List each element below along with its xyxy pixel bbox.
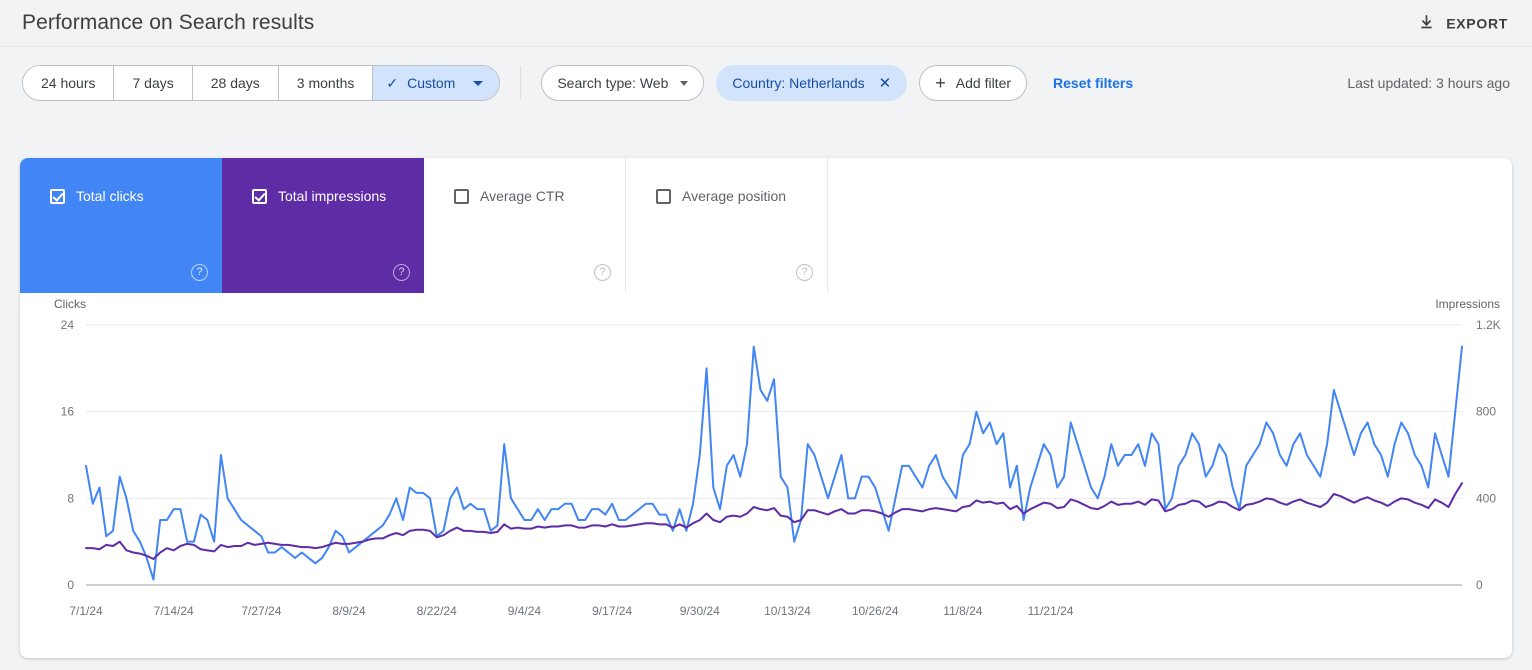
metric-card-total-impressions[interactable]: Total impressions ? [222, 158, 424, 293]
chart-canvas: 0 8 16 24 0 400 800 1.2K 7/1/24 7/14/24 7/27/24 8/9… [61, 318, 1501, 618]
date-range-3-months-label: 3 months [296, 75, 355, 91]
metric-label-average-position: Average position [682, 188, 787, 204]
metric-cards: Total clicks ? Total impressions ? Avera… [20, 158, 828, 293]
help-icon[interactable]: ? [393, 264, 410, 281]
date-range-7-days-label: 7 days [132, 75, 174, 91]
page-title: Performance on Search results [22, 11, 315, 34]
x-axis-tick: 7/1/24 [69, 604, 103, 618]
y-axis-left-tick: 8 [67, 491, 74, 505]
export-label: EXPORT [1446, 15, 1508, 31]
y-axis-right-tick: 800 [1476, 405, 1496, 419]
date-range-28-days[interactable]: 28 days [192, 66, 279, 100]
x-axis-tick: 8/22/24 [417, 604, 457, 618]
x-axis-tick: 10/26/24 [852, 604, 899, 618]
close-icon[interactable]: ✕ [879, 76, 892, 91]
filter-country-label: Country: Netherlands [732, 75, 865, 91]
date-range-24-hours-label: 24 hours [41, 75, 96, 91]
plus-icon: + [935, 73, 946, 93]
checkbox-total-impressions[interactable] [252, 188, 267, 204]
add-filter-button[interactable]: + Add filter [919, 65, 1028, 101]
x-axis-tick: 9/4/24 [508, 604, 542, 618]
filter-toolbar: 24 hours 7 days 28 days 3 months ✓ Custo… [0, 47, 1532, 119]
filter-search-type[interactable]: Search type: Web [541, 65, 705, 101]
performance-card: Total clicks ? Total impressions ? Avera… [20, 158, 1512, 658]
x-axis-tick: 10/13/24 [764, 604, 811, 618]
date-range-7-days[interactable]: 7 days [114, 66, 193, 100]
reset-filters-link[interactable]: Reset filters [1053, 75, 1133, 91]
metric-label-average-ctr: Average CTR [480, 188, 565, 204]
checkbox-total-clicks[interactable] [50, 188, 65, 204]
date-range-segmented-control[interactable]: 24 hours 7 days 28 days 3 months ✓ Custo… [22, 65, 501, 101]
x-axis-tick: 7/14/24 [154, 604, 194, 618]
date-range-3-months[interactable]: 3 months [278, 66, 374, 100]
date-range-28-days-label: 28 days [210, 75, 260, 91]
y-axis-right-tick: 400 [1476, 491, 1496, 505]
metric-label-total-clicks: Total clicks [76, 188, 144, 204]
x-axis-tick: 8/9/24 [332, 604, 366, 618]
metric-card-average-position[interactable]: Average position ? [626, 158, 828, 293]
x-axis-tick: 9/17/24 [592, 604, 632, 618]
last-updated-text: Last updated: 3 hours ago [1347, 75, 1510, 91]
date-range-24-hours[interactable]: 24 hours [23, 66, 115, 100]
chart-line-total-impressions [85, 482, 1463, 560]
filter-country[interactable]: Country: Netherlands ✕ [716, 65, 908, 101]
date-range-custom[interactable]: ✓ Custom [373, 66, 500, 100]
export-button[interactable]: EXPORT [1411, 10, 1514, 37]
y-axis-right-tick: 0 [1476, 578, 1483, 592]
checkbox-average-ctr[interactable] [454, 188, 469, 204]
y-axis-left-tick: 24 [61, 318, 75, 332]
toolbar-divider [520, 66, 522, 100]
x-axis-tick: 9/30/24 [680, 604, 720, 618]
x-axis-tick: 11/21/24 [1028, 604, 1074, 618]
metric-label-total-impressions: Total impressions [278, 188, 387, 204]
x-axis-tick: 11/8/24 [943, 604, 982, 618]
x-axis-tick: 7/27/24 [241, 604, 281, 618]
checkbox-average-position[interactable] [656, 188, 671, 204]
page-header: Performance on Search results EXPORT [0, 0, 1532, 47]
y-axis-left-tick: 16 [61, 405, 75, 419]
y-axis-right-tick: 1.2K [1476, 318, 1501, 332]
download-icon [1421, 15, 1432, 29]
metric-card-average-ctr[interactable]: Average CTR ? [424, 158, 626, 293]
help-icon[interactable]: ? [594, 264, 611, 281]
chevron-down-icon [473, 80, 484, 86]
date-range-custom-label: Custom [407, 75, 456, 91]
help-icon[interactable]: ? [191, 264, 208, 281]
metric-card-total-clicks[interactable]: Total clicks ? [20, 158, 222, 293]
help-icon[interactable]: ? [796, 264, 813, 281]
check-icon: ✓ [386, 75, 399, 91]
chevron-down-icon [680, 80, 689, 86]
add-filter-label: Add filter [955, 75, 1012, 91]
y-axis-left-tick: 0 [67, 578, 74, 592]
filter-search-type-label: Search type: Web [557, 75, 669, 91]
performance-chart[interactable]: Clicks Impressions 0 8 16 24 0 400 800 1.2K 7/1/… [20, 293, 1512, 658]
